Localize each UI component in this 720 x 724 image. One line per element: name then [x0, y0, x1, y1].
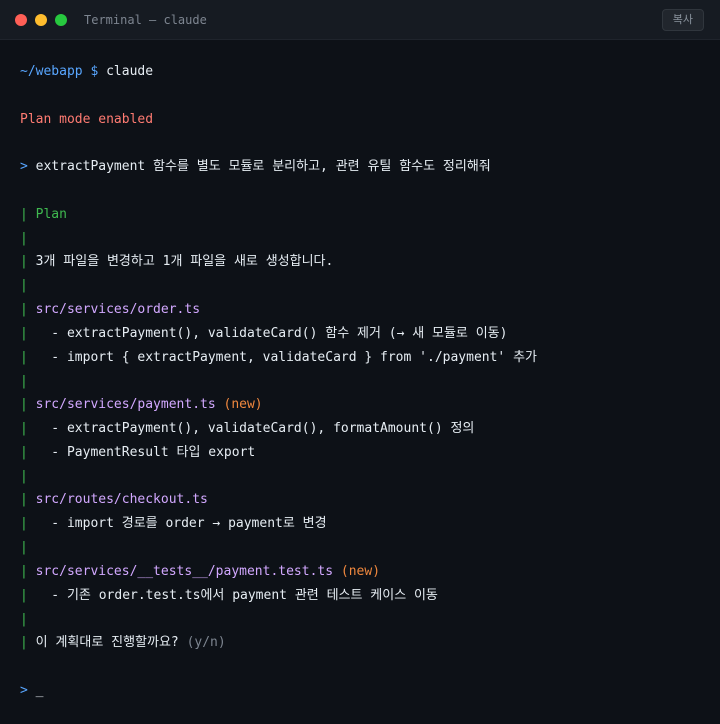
plan-summary-line: | 3개 파일을 변경하고 1개 파일을 새로 생성합니다.: [20, 254, 334, 269]
prompt-marker: >: [20, 159, 28, 174]
plan-spacer: |: [20, 612, 28, 627]
file-path: src/services/order.ts: [35, 302, 201, 317]
new-file-tag: (new): [223, 397, 263, 412]
new-file-tag: (new): [340, 564, 381, 579]
plan-mode-status: Plan mode enabled: [20, 112, 154, 127]
copy-button[interactable]: 복사: [661, 9, 704, 31]
file-path: src/routes/checkout.ts: [35, 492, 208, 507]
file-path: src/services/__tests__/payment.test.ts: [35, 564, 334, 579]
change-text: - extractPayment(), validateCard() 함수 제거…: [35, 326, 508, 341]
plan-title: Plan: [35, 207, 67, 222]
plan-change-line: | - import { extractPayment, validateCar…: [20, 350, 538, 365]
title-bar: Terminal — claude 복사: [0, 0, 720, 40]
window-title: Terminal — claude: [84, 13, 207, 27]
plan-spacer: |: [20, 374, 28, 389]
confirm-line: | 이 계획대로 진행할까요? (y/n): [20, 635, 226, 650]
confirm-question: 이 계획대로 진행할까요?: [35, 635, 179, 650]
user-prompt-line: > extractPayment 함수를 별도 모듈로 분리하고, 관련 유틸 …: [20, 157, 491, 177]
plan-summary: 3개 파일을 변경하고 1개 파일을 새로 생성합니다.: [35, 254, 334, 269]
change-text: - import { extractPayment, validateCard …: [35, 350, 538, 365]
change-text: - 기존 order.test.ts에서 payment 관련 테스트 케이스 …: [35, 588, 438, 603]
change-text: - extractPayment(), validateCard(), form…: [35, 421, 475, 436]
command-text: claude: [106, 64, 154, 79]
plan-file-line: | src/services/payment.ts (new): [20, 397, 263, 412]
plan-bar: |: [20, 207, 28, 222]
plan-file-line: | src/services/__tests__/payment.test.ts…: [20, 564, 381, 579]
confirm-hint: (y/n): [186, 635, 226, 650]
plan-spacer: |: [20, 540, 28, 555]
plan-title-line: | Plan: [20, 205, 67, 225]
user-prompt-text: extractPayment 함수를 별도 모듈로 분리하고, 관련 유틸 함수…: [35, 159, 491, 174]
input-line[interactable]: > _: [20, 681, 43, 701]
plan-spacer: |: [20, 278, 28, 293]
minimize-window-button[interactable]: [35, 14, 47, 26]
maximize-window-button[interactable]: [55, 14, 67, 26]
plan-spacer: |: [20, 469, 28, 484]
plan-change-line: | - PaymentResult 타입 export: [20, 445, 256, 460]
plan-file-line: | src/services/order.ts: [20, 302, 201, 317]
change-text: - PaymentResult 타입 export: [35, 445, 256, 460]
input-prompt-marker: >: [20, 683, 28, 698]
change-text: - import 경로를 order → payment로 변경: [35, 516, 327, 531]
plan-spacer: |: [20, 231, 28, 246]
plan-change-line: | - extractPayment(), validateCard(), fo…: [20, 421, 475, 436]
close-window-button[interactable]: [15, 14, 27, 26]
shell-prompt-line: ~/webapp $ claude: [20, 62, 153, 82]
file-path: src/services/payment.ts: [35, 397, 216, 412]
text-cursor: _: [35, 683, 44, 698]
plan-change-line: | - extractPayment(), validateCard() 함수 …: [20, 326, 508, 341]
plan-change-line: | - import 경로를 order → payment로 변경: [20, 516, 327, 531]
plan-file-line: | src/routes/checkout.ts: [20, 492, 208, 507]
terminal-window: Terminal — claude 복사 ~/webapp $ claude P…: [0, 0, 720, 724]
plan-change-line: | - 기존 order.test.ts에서 payment 관련 테스트 케이…: [20, 588, 438, 603]
prompt-path: ~/webapp $: [20, 64, 99, 79]
